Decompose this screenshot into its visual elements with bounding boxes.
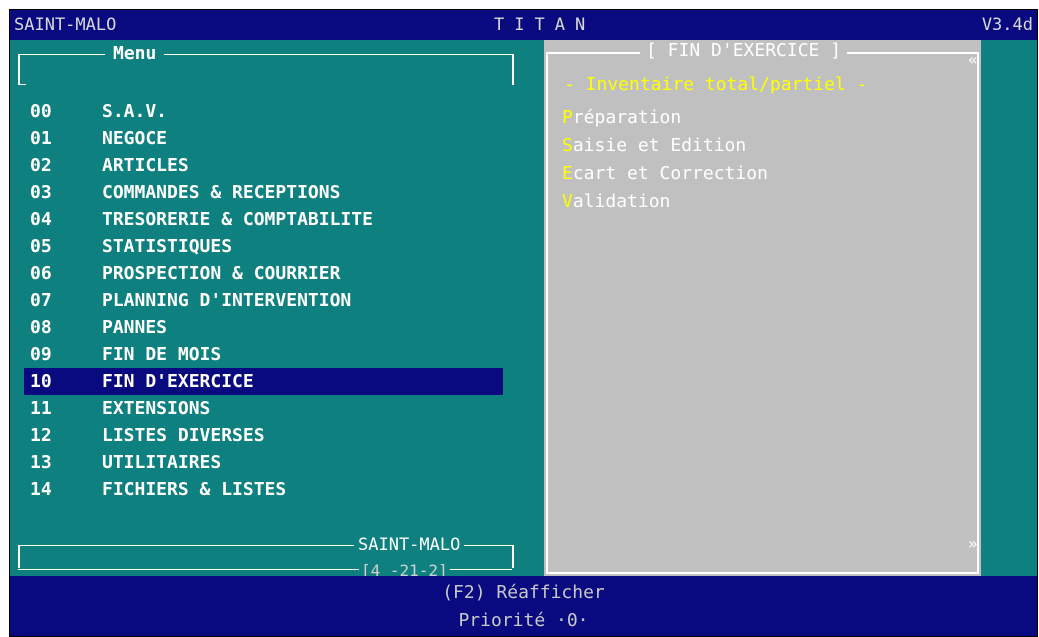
submenu-item-ecart[interactable]: Ecart et Correction <box>562 160 768 188</box>
menu-item-label: PANNES <box>102 317 168 338</box>
menu-item-commandes[interactable]: 03 COMMANDES & RECEPTIONS <box>10 179 530 206</box>
menu-item-label: LISTES DIVERSES <box>102 425 265 446</box>
menu-item-number: 13 <box>30 452 52 473</box>
menu-item-number: 11 <box>30 398 52 419</box>
refresh-hint[interactable]: (F2) Réafficher <box>10 582 1037 603</box>
menu-item-negoce[interactable]: 01 NEGOCE <box>10 125 530 152</box>
menu-item-number: 14 <box>30 479 52 500</box>
hotkey-letter: V <box>562 191 573 212</box>
menu-item-number: 05 <box>30 236 52 257</box>
menu-item-label: FIN DE MOIS <box>102 344 222 365</box>
hotkey-letter: P <box>562 107 573 128</box>
menu-item-planning[interactable]: 07 PLANNING D'INTERVENTION <box>10 287 530 314</box>
menu-item-label: EXTENSIONS <box>102 398 211 419</box>
menu-item-number: 06 <box>30 263 52 284</box>
menu-item-label: STATISTIQUES <box>102 236 233 257</box>
menu-item-label: FICHIERS & LISTES <box>102 479 287 500</box>
menu-item-fin-de-mois[interactable]: 09 FIN DE MOIS <box>10 341 530 368</box>
submenu-panel: [ FIN D'EXERCICE ] - Inventaire total/pa… <box>544 40 981 576</box>
menu-item-utilitaires[interactable]: 13 UTILITAIRES <box>10 449 530 476</box>
menu-item-label: S.A.V. <box>102 101 168 122</box>
main-menu: 00 S.A.V. 01 NEGOCE 02 ARTICLES 03 COMMA… <box>10 98 530 503</box>
submenu-item-validation[interactable]: Validation <box>562 188 768 216</box>
menu-item-label: NEGOCE <box>102 128 168 149</box>
menu-item-articles[interactable]: 02 ARTICLES <box>10 152 530 179</box>
scroll-down-icon[interactable]: » <box>968 534 978 553</box>
menu-item-number: 00 <box>30 101 52 122</box>
menu-item-pannes[interactable]: 08 PANNES <box>10 314 530 341</box>
status-bar: (F2) Réafficher Priorité ·0· <box>10 576 1037 636</box>
menu-item-number: 08 <box>30 317 52 338</box>
menu-item-number: 03 <box>30 182 52 203</box>
submenu-list: Préparation Saisie et Edition Ecart et C… <box>562 104 768 216</box>
title-bar: SAINT-MALO TITAN V3.4d <box>10 10 1037 40</box>
menu-item-prospection[interactable]: 06 PROSPECTION & COURRIER <box>10 260 530 287</box>
hotkey-letter: S <box>562 135 573 156</box>
menu-item-number: 07 <box>30 290 52 311</box>
scroll-up-icon[interactable]: « <box>968 50 978 69</box>
submenu-item-label: aisie et Edition <box>572 135 747 156</box>
submenu-item-label: cart et Correction <box>572 163 768 184</box>
app-title: TITAN <box>494 15 596 35</box>
submenu-item-label: réparation <box>572 107 682 128</box>
menu-frame <box>18 54 514 85</box>
site-name: SAINT-MALO <box>14 15 117 35</box>
menu-item-label: ARTICLES <box>102 155 189 176</box>
version-label: V3.4d <box>981 15 1033 35</box>
submenu-subtitle: - Inventaire total/partiel - <box>564 74 868 95</box>
menu-item-label: PROSPECTION & COURRIER <box>102 263 341 284</box>
submenu-item-preparation[interactable]: Préparation <box>562 104 768 132</box>
priority-label: Priorité ·0· <box>458 610 589 631</box>
menu-item-extensions[interactable]: 11 EXTENSIONS <box>10 395 530 422</box>
menu-item-number: 09 <box>30 344 52 365</box>
menu-item-label: COMMANDES & RECEPTIONS <box>102 182 341 203</box>
menu-item-label: TRESORERIE & COMPTABILITE <box>102 209 373 230</box>
submenu-item-label: alidation <box>572 191 671 212</box>
menu-item-number: 12 <box>30 425 52 446</box>
menu-item-label: UTILITAIRES <box>102 452 222 473</box>
menu-item-fin-exercice[interactable]: 10 FIN D'EXERCICE <box>24 368 503 395</box>
menu-item-label: FIN D'EXERCICE <box>102 371 254 392</box>
footer-site-name: SAINT-MALO <box>354 535 465 555</box>
hotkey-letter: E <box>562 163 573 184</box>
menu-item-number: 01 <box>30 128 52 149</box>
submenu-item-saisie[interactable]: Saisie et Edition <box>562 132 768 160</box>
menu-item-sav[interactable]: 00 S.A.V. <box>10 98 530 125</box>
menu-item-number: 02 <box>30 155 52 176</box>
menu-frame-corner <box>18 84 26 85</box>
menu-item-fichiers[interactable]: 14 FICHIERS & LISTES <box>10 476 530 503</box>
menu-item-number: 10 <box>30 371 52 392</box>
menu-title: Menu <box>105 43 165 64</box>
menu-item-number: 04 <box>30 209 52 230</box>
submenu-title: [ FIN D'EXERCICE ] <box>640 40 848 61</box>
terminal-screen: SAINT-MALO TITAN V3.4d Menu 00 S.A.V. 01… <box>9 9 1038 637</box>
menu-item-statistiques[interactable]: 05 STATISTIQUES <box>10 233 530 260</box>
menu-item-label: PLANNING D'INTERVENTION <box>102 290 352 311</box>
menu-item-listes-diverses[interactable]: 12 LISTES DIVERSES <box>10 422 530 449</box>
menu-item-tresorerie[interactable]: 04 TRESORERIE & COMPTABILITE <box>10 206 530 233</box>
